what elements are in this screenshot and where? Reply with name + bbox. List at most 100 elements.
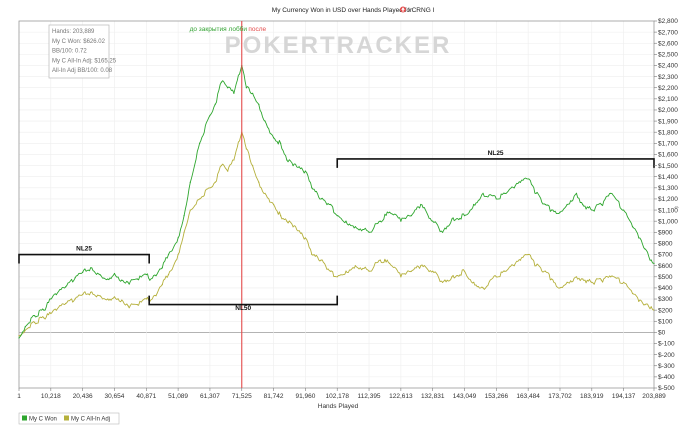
data-point (600, 203, 602, 206)
y-tick-label: $-400 (658, 374, 675, 381)
y-tick-label: $2,700 (658, 29, 678, 36)
data-point (264, 192, 266, 194)
data-point (107, 298, 109, 300)
y-tick-label: $600 (658, 263, 673, 270)
y-tick-label: $0 (658, 330, 666, 337)
data-point (354, 226, 356, 228)
data-point (368, 231, 370, 233)
data-point (582, 278, 584, 280)
data-point (90, 291, 92, 293)
y-tick-label: $200 (658, 307, 673, 314)
y-tick-label: $1,400 (658, 174, 678, 181)
data-point (167, 253, 170, 256)
data-point (420, 203, 422, 206)
data-point (214, 181, 216, 183)
data-point (600, 279, 602, 281)
data-point (24, 326, 26, 328)
data-point (286, 159, 288, 161)
data-point (183, 215, 185, 217)
data-point (113, 272, 116, 275)
data-point (379, 259, 381, 261)
y-tick-label: $1,000 (658, 218, 678, 225)
data-point (345, 220, 347, 222)
bracket-label: NL50 (235, 305, 251, 312)
x-tick-label: 143,049 (453, 393, 477, 400)
data-point (155, 295, 157, 297)
data-point (121, 279, 123, 281)
y-tick-label: $900 (658, 230, 673, 237)
stats-line: All-In Adj BB/100: 0.08 (52, 68, 113, 74)
data-point (121, 299, 123, 301)
y-tick-label: $2,200 (658, 85, 678, 92)
scroll-arrows-icon[interactable]: ⇔ (673, 204, 680, 211)
y-tick-label: $1,700 (658, 141, 678, 148)
data-point (495, 198, 497, 200)
data-point (304, 237, 307, 239)
data-point (50, 312, 52, 315)
data-point (99, 295, 101, 297)
data-point (451, 218, 453, 220)
data-point (610, 192, 612, 194)
data-point (280, 215, 282, 217)
data-point (251, 92, 254, 94)
x-tick-label: 10,218 (41, 393, 61, 400)
data-point (623, 281, 625, 283)
data-point (43, 317, 45, 319)
data-point (113, 296, 116, 298)
stats-line: BB/100: 0.72 (52, 49, 87, 55)
data-point (214, 103, 216, 106)
data-point (161, 283, 163, 286)
data-point (591, 281, 593, 283)
data-point (145, 273, 147, 276)
x-tick-label: 40,871 (136, 393, 156, 400)
watermark-logo: POKERTRACKER (225, 32, 452, 59)
data-point (495, 276, 497, 278)
y-tick-label: $2,100 (658, 96, 678, 103)
data-point (610, 276, 612, 278)
chart-title-text: My Currency Won in USD over Hands Played… (272, 7, 413, 14)
data-point (644, 248, 646, 250)
data-point (227, 170, 229, 172)
data-point (329, 270, 332, 272)
data-point (623, 209, 625, 211)
data-point (410, 270, 413, 272)
y-tick-label: $700 (658, 252, 673, 259)
chart-title-suffix: I CRNG I (408, 7, 435, 14)
y-tick-label: $1,300 (658, 185, 678, 192)
stats-box: Hands: 203,889 My C Won: $626.02 BB/100: 0… (48, 24, 117, 79)
data-point (258, 181, 260, 183)
legend-label: My C Won (29, 417, 57, 423)
data-point (320, 259, 322, 261)
x-tick-label: 132,831 (421, 393, 445, 400)
data-point (329, 203, 332, 206)
x-tick-label: 122,613 (389, 393, 413, 400)
data-point (463, 270, 466, 272)
data-point (550, 278, 553, 280)
data-point (82, 293, 84, 296)
data-point (233, 92, 235, 94)
data-point (389, 262, 391, 265)
data-point (292, 164, 294, 167)
data-point (220, 164, 223, 167)
data-point (167, 273, 170, 276)
x-tick-label: 30,654 (105, 393, 125, 400)
data-point (527, 253, 529, 256)
y-tick-label: $500 (658, 274, 673, 281)
data-point (320, 198, 322, 200)
data-point (149, 279, 151, 281)
chart-svg: POKERTRACKER My Currency Won in USD over… (0, 0, 700, 434)
x-axis-label: Hands Played (318, 403, 359, 410)
legend-swatch (64, 415, 69, 421)
data-point (311, 187, 313, 189)
data-point (535, 265, 537, 267)
data-point (527, 178, 529, 180)
data-point (473, 203, 475, 206)
x-tick-label: 173,702 (548, 393, 572, 400)
data-point (410, 215, 413, 217)
data-point (251, 164, 254, 167)
data-point (482, 192, 484, 194)
data-point (638, 300, 640, 302)
data-point (535, 192, 537, 194)
data-point (513, 265, 515, 267)
data-point (209, 114, 211, 117)
